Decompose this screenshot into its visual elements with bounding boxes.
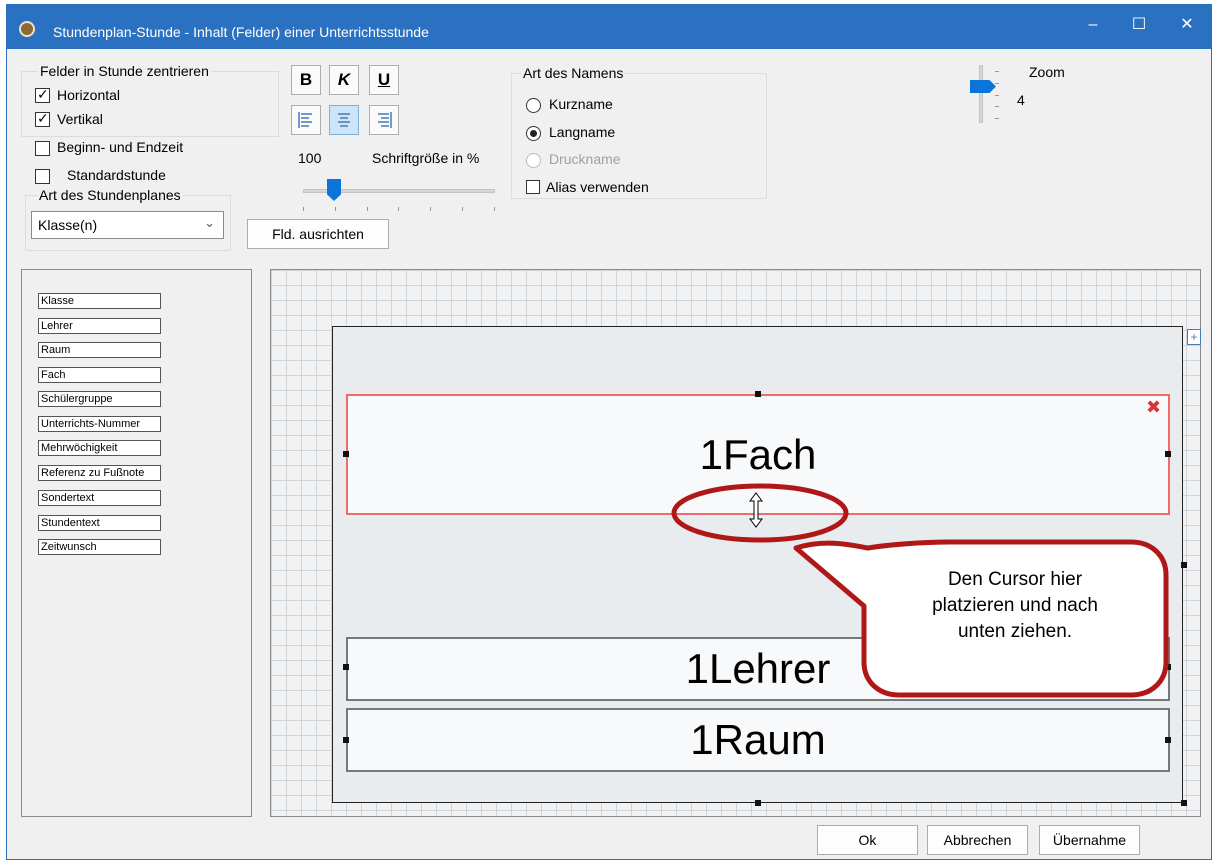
radio-kurzname[interactable] [526, 98, 541, 113]
zoom-slider-track[interactable] [979, 65, 983, 123]
align-center-button[interactable] [329, 105, 359, 135]
field-item-stundentext[interactable]: Stundentext [38, 515, 161, 531]
title-bar: Stundenplan-Stunde - Inhalt (Felder) ein… [7, 5, 1211, 49]
horizontal-checkbox[interactable] [35, 86, 50, 103]
expand-icon[interactable]: + [1187, 329, 1201, 345]
maximize-button[interactable]: ☐ [1119, 13, 1159, 37]
app-icon [19, 21, 35, 37]
field-item-unterrichts-nummer[interactable]: Unterrichts-Nummer [38, 416, 161, 432]
field-item-fach[interactable]: Fach [38, 367, 161, 383]
minimize-button[interactable]: ‒ [1073, 13, 1113, 37]
field-item-schuelergruppe[interactable]: Schülergruppe [38, 391, 161, 407]
italic-button[interactable]: K [329, 65, 359, 95]
callout-text: Den Cursor hier platzieren und nach unte… [870, 567, 1160, 645]
callout-line-2: platzieren und nach [932, 595, 1098, 616]
underline-button[interactable]: U [369, 65, 399, 95]
radio-kurzname-label: Kurzname [549, 96, 613, 112]
align-fields-button[interactable]: Fld. ausrichten [247, 219, 389, 249]
zoom-slider-ticks [995, 71, 999, 119]
alias-label: Alias verwenden [546, 179, 649, 195]
apply-button[interactable]: Übernahme [1039, 825, 1140, 855]
highlight-ellipse [671, 483, 849, 543]
bold-button[interactable]: B [291, 65, 321, 95]
standard-lesson-checkbox[interactable] [35, 169, 50, 184]
center-group-title: Felder in Stunde zentrieren [38, 63, 211, 79]
plan-type-select[interactable]: Klasse(n) ⌄ [31, 211, 224, 239]
font-size-slider-ticks [303, 207, 495, 211]
lesson-canvas[interactable]: 1Fach ✖ 1Lehrer 1Raum Den Cursor hier pl… [270, 269, 1201, 817]
standard-lesson-label: Standardstunde [67, 167, 166, 183]
field-item-zeitwunsch[interactable]: Zeitwunsch [38, 539, 161, 555]
dialog-content: Felder in Stunde zentrieren Horizontal V… [7, 49, 1211, 859]
field-list: Klasse Lehrer Raum Fach Schülergruppe Un… [21, 269, 252, 817]
field-item-mehrwoechigkeit[interactable]: Mehrwöchigkeit [38, 440, 161, 456]
vertical-checkbox[interactable] [35, 110, 50, 127]
name-type-title: Art des Namens [521, 65, 626, 81]
align-center-icon [338, 113, 350, 127]
field-item-sondertext[interactable]: Sondertext [38, 490, 161, 506]
align-right-icon [378, 112, 392, 128]
vertical-label: Vertikal [57, 111, 103, 127]
plan-type-title: Art des Stundenplanes [37, 187, 183, 203]
callout-line-1: Den Cursor hier [947, 569, 1083, 590]
zoom-slider-thumb[interactable] [970, 80, 996, 93]
window-title: Stundenplan-Stunde - Inhalt (Felder) ein… [53, 24, 429, 40]
alias-checkbox[interactable] [526, 180, 540, 194]
field-item-raum[interactable]: Raum [38, 342, 161, 358]
cancel-button[interactable]: Abbrechen [927, 825, 1028, 855]
font-size-value: 100 [298, 150, 322, 166]
radio-druckname [526, 153, 541, 168]
close-button[interactable]: ✕ [1167, 13, 1207, 37]
times-checkbox[interactable] [35, 141, 50, 156]
align-left-icon [298, 112, 312, 128]
field-item-klasse[interactable]: Klasse [38, 293, 161, 309]
chevron-down-icon: ⌄ [204, 215, 215, 230]
align-left-button[interactable] [291, 105, 321, 135]
dialog-window: Stundenplan-Stunde - Inhalt (Felder) ein… [6, 4, 1212, 860]
zoom-label: Zoom [1029, 64, 1065, 80]
callout-line-3: unten ziehen. [957, 621, 1073, 642]
field-item-lehrer[interactable]: Lehrer [38, 318, 161, 334]
plan-type-value: Klasse(n) [38, 217, 98, 233]
ok-button[interactable]: Ok [817, 825, 918, 855]
center-group [21, 71, 279, 137]
times-label: Beginn- und Endzeit [57, 139, 184, 155]
radio-langname-label: Langname [549, 124, 616, 140]
align-right-button[interactable] [369, 105, 399, 135]
radio-langname[interactable] [526, 126, 541, 141]
zoom-value: 4 [1017, 92, 1025, 108]
font-size-label: Schriftgröße in % [372, 150, 480, 166]
callout-graphic [671, 483, 1169, 698]
font-size-slider-thumb[interactable] [327, 179, 341, 201]
radio-druckname-label: Druckname [549, 151, 621, 167]
horizontal-label: Horizontal [57, 87, 121, 103]
field-item-referenz-fussnote[interactable]: Referenz zu Fußnote [38, 465, 161, 481]
